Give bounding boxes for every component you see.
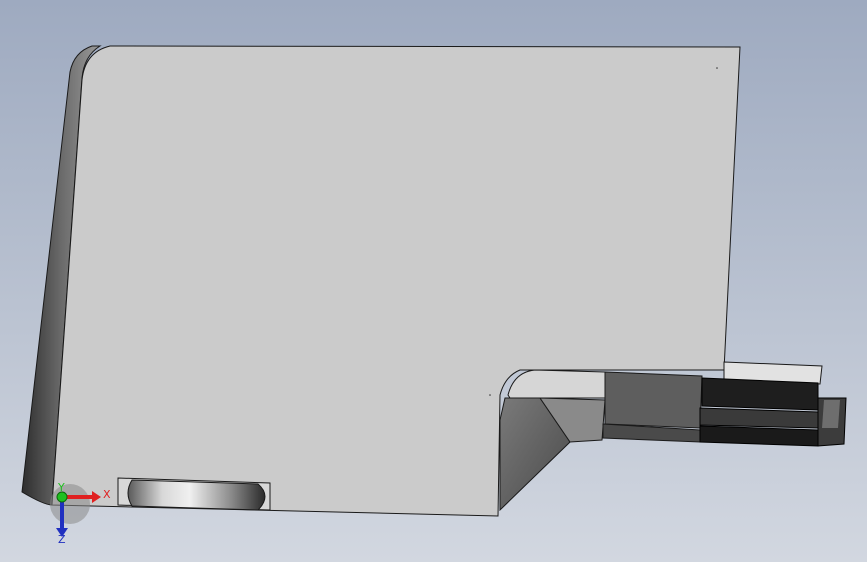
step-face <box>507 369 606 399</box>
graphics-viewport[interactable]: X Y Z <box>0 0 867 562</box>
connector-end-highlight <box>822 400 840 428</box>
connector-dark-lower <box>699 425 819 447</box>
connector-body <box>604 371 703 429</box>
vertex-mark <box>489 394 491 396</box>
3d-part-model[interactable] <box>0 0 867 562</box>
vertex-mark <box>716 67 718 69</box>
mounting-slot-cylinder <box>127 479 266 511</box>
main-face <box>51 45 741 517</box>
connector-dark-upper <box>701 377 819 411</box>
connector-dark-middle <box>699 407 819 429</box>
